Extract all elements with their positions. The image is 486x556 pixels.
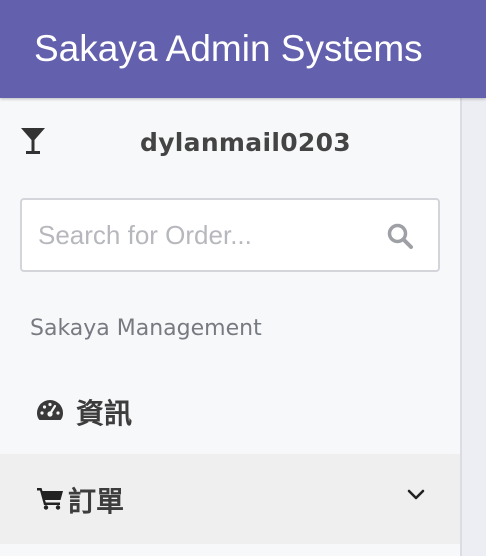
search-icon[interactable] bbox=[386, 222, 414, 250]
shopping-cart-icon bbox=[37, 488, 63, 510]
sidebar-item-orders[interactable]: 訂單 bbox=[0, 454, 460, 544]
martini-glass-icon bbox=[21, 128, 45, 154]
sidebar-user: dylanmail0203 bbox=[0, 98, 460, 188]
sidebar-item-label: 訂單 bbox=[68, 485, 125, 518]
brand-title[interactable]: Sakaya Admin Systems bbox=[34, 28, 423, 70]
sidebar-item-label: 資訊 bbox=[76, 397, 133, 430]
search-box bbox=[20, 198, 440, 272]
tachometer-icon bbox=[37, 400, 63, 420]
section-heading: Sakaya Management bbox=[30, 316, 262, 341]
main-content-area bbox=[462, 98, 486, 556]
sidebar: dylanmail0203 Sakaya Management 資訊 訂單 bbox=[0, 98, 460, 556]
username: dylanmail0203 bbox=[140, 128, 351, 157]
sidebar-item-info[interactable]: 資訊 bbox=[0, 366, 460, 456]
search-input[interactable] bbox=[38, 200, 368, 270]
top-navbar: Sakaya Admin Systems bbox=[0, 0, 486, 98]
chevron-down-icon[interactable] bbox=[406, 488, 426, 502]
